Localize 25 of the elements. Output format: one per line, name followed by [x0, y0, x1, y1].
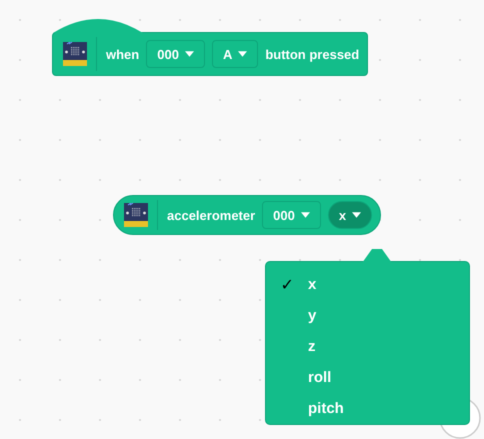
- microbit-board-icon: [63, 42, 87, 66]
- dropdown[interactable]: 000: [262, 201, 321, 229]
- menu-item[interactable]: y: [266, 300, 469, 331]
- caret-icon: [238, 51, 248, 57]
- dropdown[interactable]: x: [328, 201, 372, 229]
- block-label: when: [106, 46, 140, 62]
- block-label: accelerometer: [167, 208, 256, 222]
- menu-item-label: y: [308, 307, 316, 324]
- menu-item[interactable]: z: [266, 331, 469, 362]
- caret-icon: [300, 212, 310, 218]
- check-mark: ✓: [280, 276, 294, 294]
- menu-item-label: z: [308, 338, 316, 355]
- dropdown[interactable]: 000: [146, 40, 205, 68]
- reporter-block[interactable]: accelerometer 000 x: [113, 195, 382, 235]
- microbit-board-icon: [124, 203, 148, 227]
- menu-item[interactable]: ✓ x: [266, 269, 469, 300]
- dropdown[interactable]: A: [212, 40, 258, 68]
- menu-item-label: roll: [308, 369, 332, 386]
- block-label: button pressed: [265, 46, 360, 62]
- menu-item[interactable]: roll: [266, 362, 469, 393]
- menu-item-label: x: [308, 276, 316, 293]
- menu-item[interactable]: pitch: [266, 393, 469, 424]
- caret-icon: [352, 212, 362, 218]
- menu-item-label: pitch: [308, 400, 344, 417]
- caret-icon: [184, 51, 194, 57]
